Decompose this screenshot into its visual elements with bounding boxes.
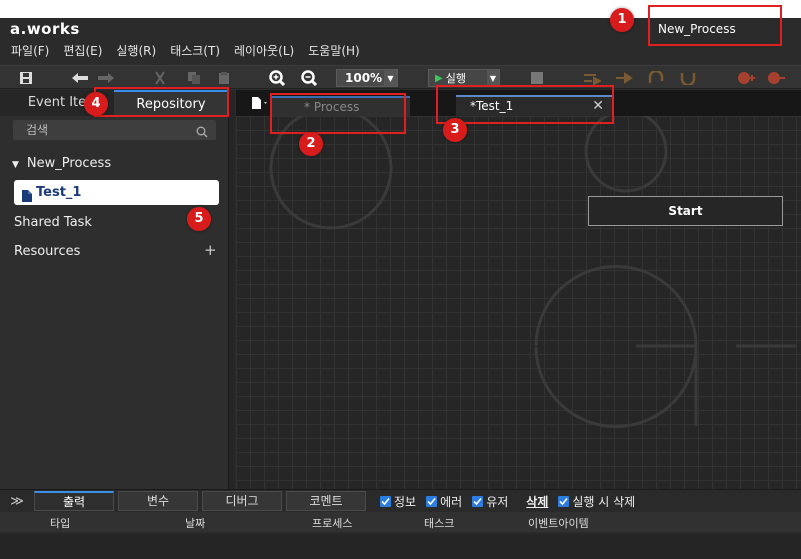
step-out-icon[interactable] <box>678 69 698 87</box>
run-label: 실행 <box>445 72 466 85</box>
annotation-badge-1: 1 <box>610 8 634 32</box>
chevron-down-icon: ▼ <box>384 70 397 86</box>
play-icon: ▶ <box>435 72 443 84</box>
checkmark-icon <box>426 495 438 507</box>
column-process[interactable]: 프로세스 <box>312 515 352 531</box>
step-into-icon[interactable] <box>614 69 634 87</box>
watermark-logo <box>269 116 796 428</box>
annotation-badge-3: 3 <box>443 118 467 142</box>
menu-task[interactable]: 태스크(T) <box>163 42 227 60</box>
add-resource-button[interactable]: + <box>204 241 217 259</box>
file-icon <box>22 186 32 211</box>
search-icon[interactable] <box>196 124 208 144</box>
annotation-box-1 <box>648 5 782 46</box>
tab-debug[interactable]: 디버그 <box>202 491 282 511</box>
step-back-icon[interactable] <box>646 69 666 87</box>
annotation-badge-5: 5 <box>187 207 211 231</box>
clear-on-run-label: 실행 시 삭제 <box>572 494 636 509</box>
checkmark-icon <box>472 495 484 507</box>
filter-user-label: 유저 <box>486 494 509 509</box>
resources[interactable]: Resources <box>14 244 80 259</box>
toolbar: 100% ▼ ▶ 실행 ▼ <box>0 65 801 89</box>
left-panel: Event Ite Repository 검색 ▼ New_Process Tes… <box>0 90 229 489</box>
zoom-in-icon[interactable] <box>268 69 286 87</box>
caret-down-icon: ▼ <box>12 160 19 170</box>
menu-edit[interactable]: 편집(E) <box>56 42 109 60</box>
annotation-box-2 <box>270 93 406 134</box>
new-document-icon[interactable] <box>252 97 268 112</box>
zoom-out-icon[interactable] <box>300 69 318 87</box>
annotation-badge-4: 4 <box>84 92 108 116</box>
menu-file[interactable]: 파일(F) <box>4 42 56 60</box>
clear-on-run-checkbox[interactable]: 실행 시 삭제 <box>558 493 635 510</box>
tree-root-new-process[interactable]: ▼ New_Process <box>12 156 111 171</box>
paste-icon[interactable] <box>216 69 232 87</box>
tree-item-test-1[interactable]: Test_1 <box>14 180 219 205</box>
checkmark-icon <box>558 495 570 507</box>
filter-info-label: 정보 <box>394 494 417 509</box>
output-tabs: ≫ 출력 변수 디버그 코멘트 정보 에러 유저 삭제 실행 시 삭제 <box>0 490 635 512</box>
remove-breakpoint-icon[interactable] <box>766 69 786 87</box>
shared-task[interactable]: Shared Task <box>14 215 92 230</box>
cut-icon[interactable] <box>152 69 168 87</box>
filter-error-checkbox[interactable]: 에러 <box>426 493 462 510</box>
add-breakpoint-icon[interactable] <box>736 69 756 87</box>
menu-layout[interactable]: 레이아웃(L) <box>227 42 301 60</box>
output-panel: ≫ 출력 변수 디버그 코멘트 정보 에러 유저 삭제 실행 시 삭제 타입 날… <box>0 489 801 559</box>
panel-splitter[interactable] <box>229 90 235 489</box>
zoom-select[interactable]: 100% ▼ <box>336 69 398 87</box>
output-rows <box>0 534 801 559</box>
tab-comment[interactable]: 코멘트 <box>286 491 366 511</box>
filter-info-checkbox[interactable]: 정보 <box>380 493 416 510</box>
tab-variables[interactable]: 변수 <box>118 491 198 511</box>
output-column-header: 타입 날짜 프로세스 태스크 이벤트아이템 <box>0 512 801 532</box>
annotation-box-4 <box>94 87 229 117</box>
chevron-down-icon: ▼ <box>487 70 499 86</box>
column-task[interactable]: 태스크 <box>424 515 454 531</box>
filter-error-label: 에러 <box>440 494 463 509</box>
annotation-box-3 <box>436 85 614 124</box>
search-input[interactable]: 검색 <box>13 120 216 140</box>
tree-item-label: Test_1 <box>36 185 82 200</box>
collapse-icon[interactable]: ≫ <box>0 494 34 509</box>
filter-user-checkbox[interactable]: 유저 <box>472 493 508 510</box>
menu-run[interactable]: 실행(R) <box>109 42 163 60</box>
column-date[interactable]: 날짜 <box>185 515 205 531</box>
column-event-item[interactable]: 이벤트아이템 <box>528 515 589 531</box>
column-type[interactable]: 타입 <box>50 515 70 531</box>
annotation-badge-2: 2 <box>299 132 323 156</box>
search-placeholder: 검색 <box>26 123 49 137</box>
redo-icon[interactable] <box>96 69 116 87</box>
menu-help[interactable]: 도움말(H) <box>301 42 367 60</box>
menu-bar: 파일(F) 편집(E) 실행(R) 태스크(T) 레이아웃(L) 도움말(H) <box>4 42 367 60</box>
tab-output[interactable]: 출력 <box>34 491 114 511</box>
start-node[interactable]: Start <box>588 196 783 226</box>
app-title: a.works <box>10 20 80 38</box>
process-canvas[interactable]: Start <box>236 116 801 489</box>
clear-output-link[interactable]: 삭제 <box>526 493 548 510</box>
checkmark-icon <box>380 495 391 507</box>
tree-root-label: New_Process <box>26 156 112 171</box>
save-icon[interactable] <box>18 69 34 87</box>
undo-icon[interactable] <box>70 69 90 87</box>
copy-icon[interactable] <box>186 69 202 87</box>
zoom-value: 100% <box>345 71 383 85</box>
